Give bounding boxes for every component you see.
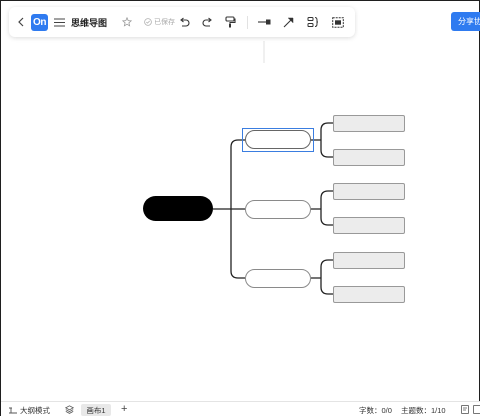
add-canvas-icon[interactable]: + <box>121 403 127 415</box>
check-circle-icon <box>144 18 152 26</box>
connector-lines <box>213 122 333 295</box>
outline-mode-label: 大纲模式 <box>20 406 50 415</box>
word-count: 字数：0/0 <box>359 406 392 415</box>
leaf-topic-2-1[interactable] <box>333 183 405 200</box>
topic-count: 主题数：1/10 <box>401 406 446 415</box>
branch-topic-2[interactable] <box>245 200 311 219</box>
branch3-connector <box>311 259 333 295</box>
back-icon[interactable] <box>15 7 27 37</box>
arrow-icon[interactable] <box>281 7 295 37</box>
layers-icon[interactable] <box>65 405 74 414</box>
root-topic[interactable] <box>143 196 213 221</box>
app-logo[interactable]: On <box>31 14 48 31</box>
outline-icon <box>9 407 17 414</box>
drag-guide <box>263 41 265 63</box>
outline-mode-button[interactable]: 大纲模式 <box>9 405 50 416</box>
trunk-connector <box>230 139 245 279</box>
toolbar-divider <box>247 16 248 29</box>
branch2-connector <box>311 190 333 226</box>
connector-icon[interactable] <box>256 7 272 37</box>
mindmap-canvas[interactable] <box>1 1 480 401</box>
share-button[interactable]: 分享协 <box>451 12 480 31</box>
save-status-label: 已保存 <box>154 19 175 26</box>
leaf-topic-1-2[interactable] <box>333 149 405 166</box>
menu-icon[interactable] <box>52 7 66 37</box>
branch1-connector <box>311 122 333 158</box>
summary-icon[interactable] <box>306 7 320 37</box>
document-title[interactable]: 思维导图 <box>71 16 107 29</box>
leaf-topic-2-2[interactable] <box>333 217 405 234</box>
format-painter-icon[interactable] <box>223 7 237 37</box>
tab-canvas-1[interactable]: 画布1 <box>81 404 111 416</box>
selection-frame <box>242 128 314 152</box>
leaf-topic-1-1[interactable] <box>333 115 405 132</box>
branch-topic-3[interactable] <box>245 269 311 288</box>
leaf-topic-3-1[interactable] <box>333 252 405 269</box>
leaf-topic-3-2[interactable] <box>333 286 405 303</box>
undo-icon[interactable] <box>177 7 191 37</box>
star-icon[interactable] <box>121 7 133 37</box>
fit-view-icon[interactable] <box>461 405 469 414</box>
save-status: 已保存 <box>144 17 175 27</box>
redo-icon[interactable] <box>200 7 214 37</box>
minimap-icon[interactable] <box>473 405 480 414</box>
frame-icon[interactable] <box>331 7 345 37</box>
status-bar: 大纲模式 画布1 + 字数：0/0 主题数：1/10 <box>1 401 480 416</box>
main-toolbar: On 思维导图 已保存 <box>9 7 355 37</box>
